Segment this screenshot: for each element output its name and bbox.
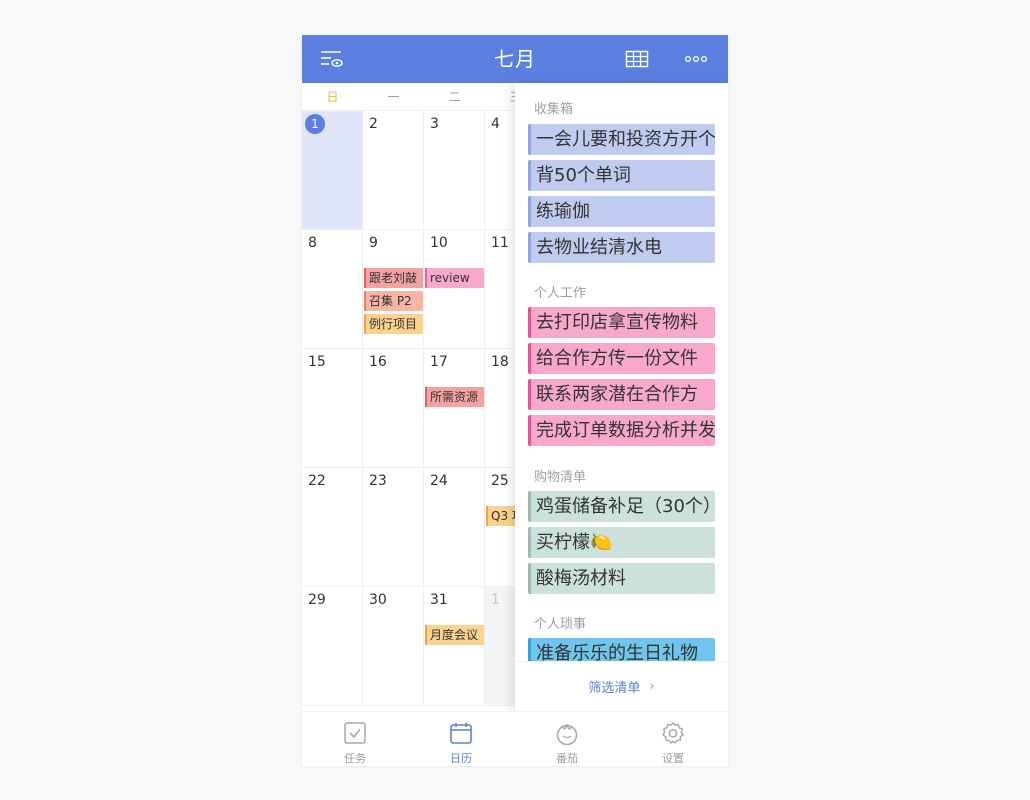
- day-cell[interactable]: 30: [363, 587, 424, 706]
- day-number: 10: [430, 235, 448, 251]
- app-window: 七月 日 一 二 三 1 2: [302, 35, 728, 766]
- filter-list-button[interactable]: 筛选清单 ›: [515, 661, 728, 711]
- calendar-icon: [450, 723, 472, 744]
- day-cell[interactable]: 16: [363, 349, 424, 468]
- task-item[interactable]: 去打印店拿宣传物料: [528, 307, 715, 338]
- day-number: 25: [491, 473, 509, 489]
- day-number: 9: [369, 235, 378, 251]
- day-number: 23: [369, 473, 387, 489]
- gear-icon: [662, 722, 684, 744]
- day-cell[interactable]: 17 所需资源: [424, 349, 485, 468]
- page-title: 七月: [494, 47, 536, 71]
- day-cell[interactable]: 29: [302, 587, 363, 706]
- chevron-right-icon: ›: [649, 679, 655, 694]
- day-number: 18: [491, 354, 509, 370]
- event-chip[interactable]: 月度会议: [425, 625, 484, 645]
- day-number: 15: [308, 354, 326, 370]
- tab-label: 番茄: [556, 752, 578, 765]
- event-chip[interactable]: 例行项目: [364, 314, 423, 334]
- day-cell[interactable]: 9 跟老刘敲 召集 P2 例行项目: [363, 230, 424, 349]
- day-number: 11: [491, 235, 509, 251]
- checkbox-icon: [344, 722, 366, 744]
- tab-label: 任务: [344, 752, 366, 765]
- tab-label: 日历: [450, 752, 472, 765]
- day-cell[interactable]: 31 月度会议: [424, 587, 485, 706]
- day-cell[interactable]: 22: [302, 468, 363, 587]
- day-number: 31: [430, 592, 448, 608]
- event-chip[interactable]: 所需资源: [425, 387, 484, 407]
- today-badge: 1: [305, 114, 325, 134]
- tab-tasks[interactable]: 任务: [302, 712, 408, 766]
- more-button[interactable]: [682, 35, 710, 83]
- weekday-mon: 一: [387, 90, 400, 104]
- day-cell[interactable]: 24: [424, 468, 485, 587]
- more-dots-icon: [684, 55, 708, 63]
- day-number: 29: [308, 592, 326, 608]
- weekday-sun: 日: [326, 90, 339, 104]
- day-number: 22: [308, 473, 326, 489]
- task-item[interactable]: 练瑜伽: [528, 196, 715, 227]
- task-item[interactable]: 联系两家潜在合作方: [528, 379, 715, 410]
- filter-list-label: 筛选清单: [588, 681, 641, 696]
- bottom-tab-bar: 任务 日历 番茄 设置: [302, 711, 728, 766]
- header-bar: 七月: [302, 35, 728, 83]
- task-item[interactable]: 鸡蛋储备补足（30个）: [528, 491, 715, 522]
- grid-icon: [625, 50, 649, 68]
- day-cell[interactable]: 15: [302, 349, 363, 468]
- section-title-inbox: 收集箱: [534, 102, 574, 117]
- weekday-tue: 二: [448, 90, 461, 104]
- tab-settings[interactable]: 设置: [620, 712, 726, 766]
- task-item[interactable]: 酸梅汤材料: [528, 563, 715, 594]
- task-item[interactable]: 给合作方传一份文件: [528, 343, 715, 374]
- event-chip[interactable]: 跟老刘敲: [364, 268, 423, 288]
- day-number: 16: [369, 354, 387, 370]
- tomato-icon: [556, 723, 578, 745]
- day-number: 4: [491, 116, 500, 132]
- day-cell[interactable]: 10 review: [424, 230, 485, 349]
- day-number: 17: [430, 354, 448, 370]
- day-number: 24: [430, 473, 448, 489]
- tab-calendar[interactable]: 日历: [408, 712, 514, 766]
- day-cell[interactable]: 8: [302, 230, 363, 349]
- tab-pomodoro[interactable]: 番茄: [514, 712, 620, 766]
- event-chip[interactable]: 召集 P2: [364, 291, 423, 311]
- task-item[interactable]: 一会儿要和投资方开个: [528, 124, 715, 155]
- task-item[interactable]: 背50个单词: [528, 160, 715, 191]
- day-number: 1: [491, 592, 500, 608]
- day-number: 8: [308, 235, 317, 251]
- day-cell-today[interactable]: 1: [302, 111, 363, 230]
- day-cell[interactable]: 3: [424, 111, 485, 230]
- task-item[interactable]: 完成订单数据分析并发: [528, 415, 715, 446]
- day-number: 30: [369, 592, 387, 608]
- tab-label: 设置: [662, 752, 684, 765]
- task-item[interactable]: 去物业结清水电: [528, 232, 715, 263]
- day-cell[interactable]: 2: [363, 111, 424, 230]
- section-title-work: 个人工作: [534, 286, 587, 301]
- day-number: 2: [369, 116, 378, 132]
- day-number: 3: [430, 116, 439, 132]
- list-panel: 收集箱 一会儿要和投资方开个 背50个单词 练瑜伽 去物业结清水电 个人工作 去…: [515, 83, 728, 711]
- task-item[interactable]: 买柠檬🍋: [528, 527, 715, 558]
- section-title-shopping: 购物清单: [534, 470, 587, 485]
- calendar-view-button[interactable]: [624, 35, 650, 83]
- event-chip[interactable]: review: [425, 268, 484, 288]
- day-cell[interactable]: 23: [363, 468, 424, 587]
- section-title-chores: 个人琐事: [534, 617, 587, 632]
